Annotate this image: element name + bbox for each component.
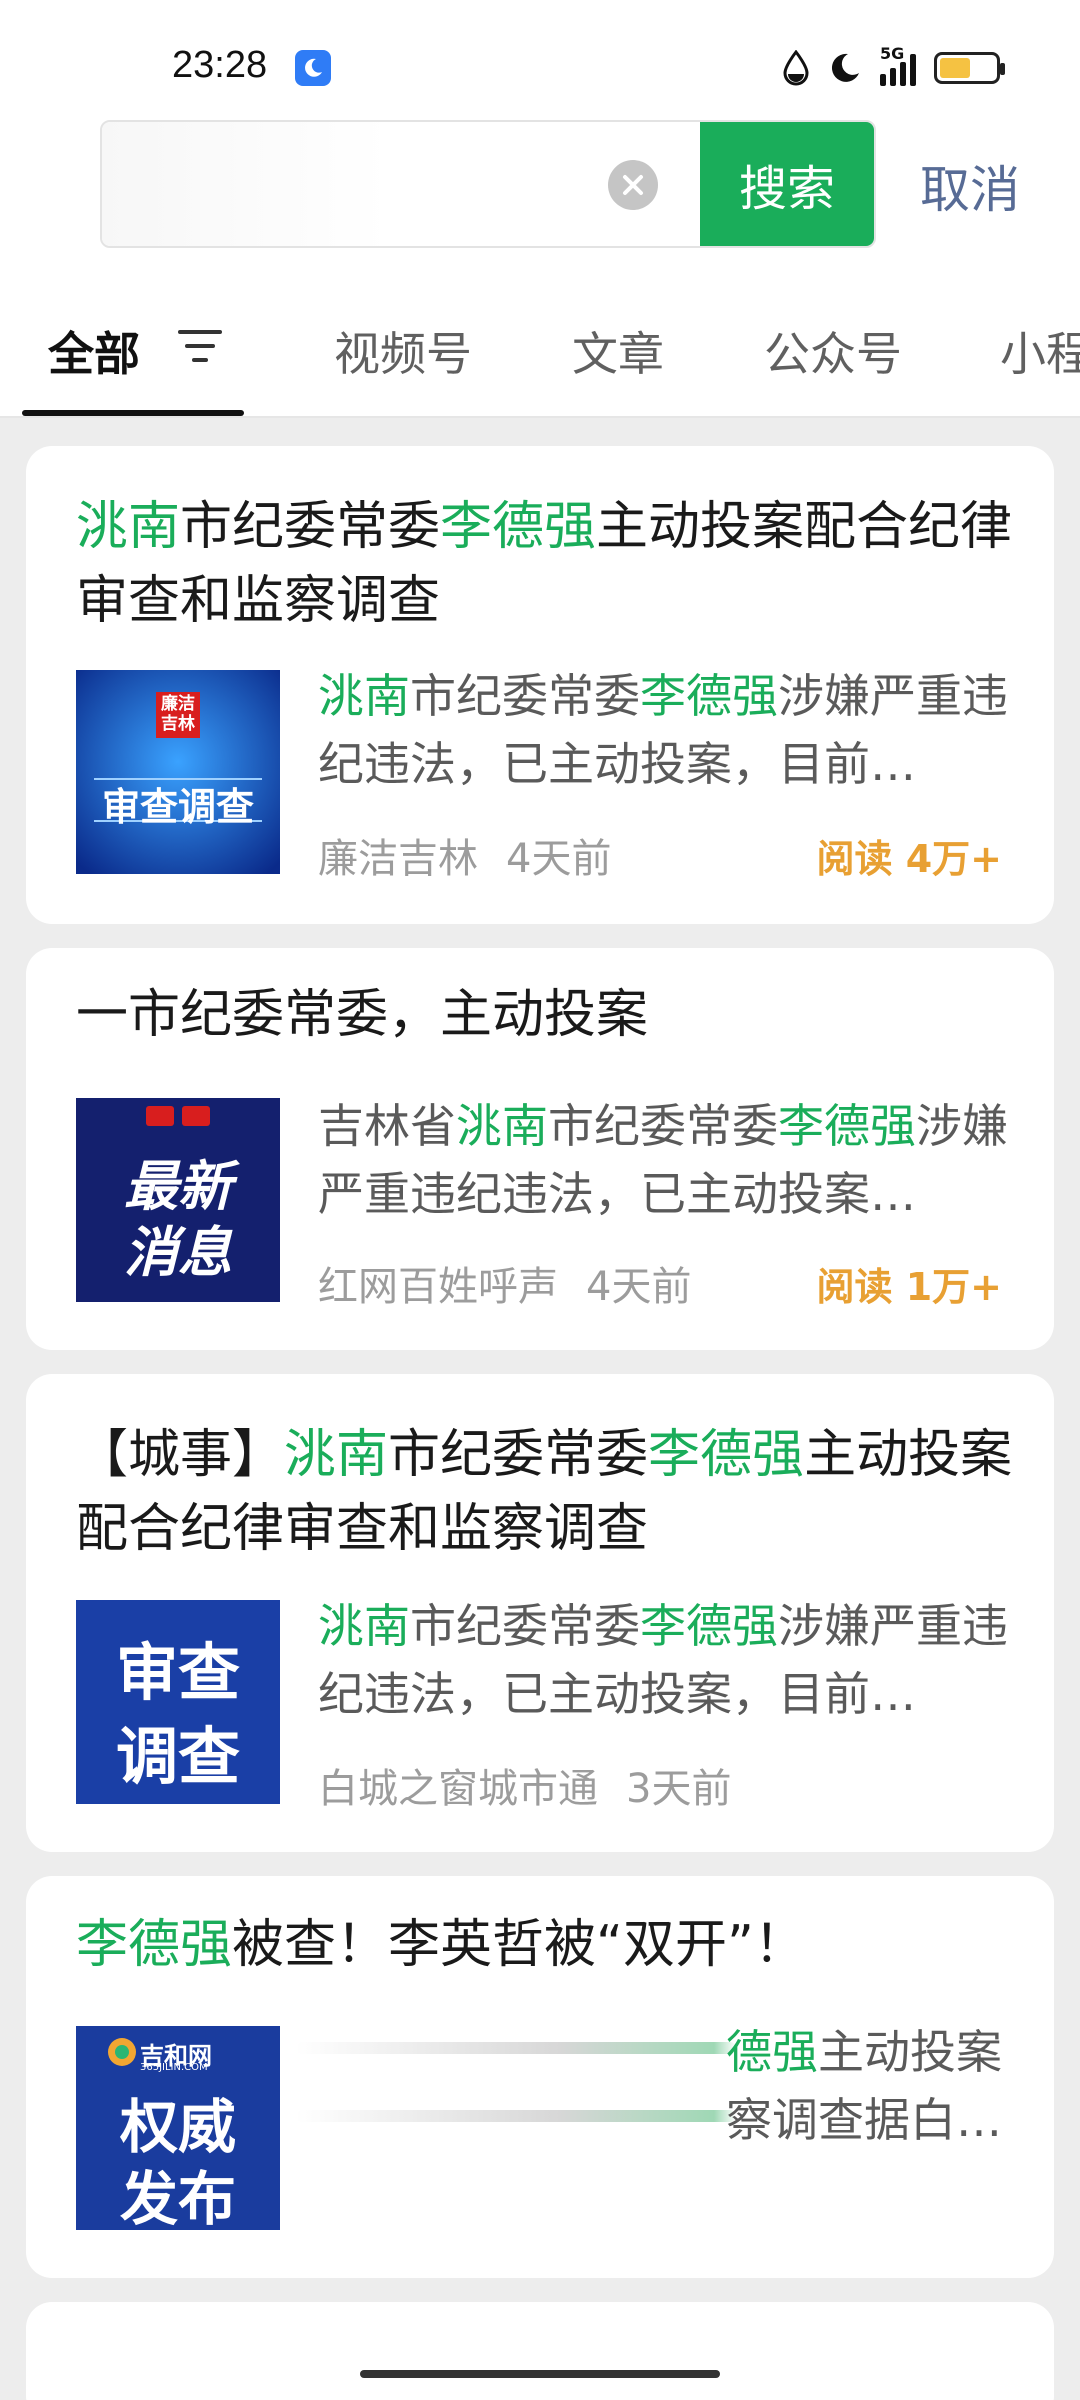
result-title: 【城事】洮南市纪委常委李德强主动投案配合纪律审查和监察调查 xyxy=(76,1418,1026,1566)
moon-icon xyxy=(831,53,859,82)
tab-all[interactable]: 全部 xyxy=(48,318,140,384)
text-run: 吉林省 xyxy=(318,1099,456,1153)
result-thumbnail: 审查 调查 xyxy=(76,1600,280,1804)
source-name: 廉洁吉林 xyxy=(318,836,478,882)
network-label: 5G xyxy=(880,44,905,63)
result-source: 廉洁吉林 4天前 xyxy=(318,826,611,884)
keyword-highlight: 德强 xyxy=(726,2025,818,2079)
thumb-caption: 审查调查 xyxy=(101,785,254,829)
keyword-highlight: 李德强 xyxy=(778,1099,916,1153)
result-source: 红网百姓呼声 4天前 xyxy=(318,1254,691,1312)
search-input[interactable] xyxy=(102,122,582,246)
result-snippet: 洮南市纪委常委李德强涉嫌严重违纪违法，已主动投案，目前… xyxy=(318,1592,1018,1728)
battery-level xyxy=(940,58,970,78)
source-name: 白城之窗城市通 xyxy=(318,1766,598,1812)
text-run: 【城事】 xyxy=(76,1425,285,1485)
text-run: 市纪委常委 xyxy=(548,1099,778,1153)
keyword-highlight: 洮南 xyxy=(284,1425,389,1485)
search-box: 搜索 xyxy=(100,120,876,248)
text-run: 市纪委常委 xyxy=(388,1425,649,1485)
text-run: 市纪委常委 xyxy=(410,669,640,723)
battery-icon xyxy=(934,52,1005,84)
result-card[interactable]: 一市纪委常委，主动投案 最新 消息 吉林省洮南市纪委常委李德强涉嫌严重违纪违法，… xyxy=(26,948,1054,1350)
result-title: 李德强被查！李英哲被“双开”！ xyxy=(76,1908,1026,1982)
result-snippet-line1: 德强主动投案 xyxy=(726,2018,1026,2086)
publish-time: 4天前 xyxy=(586,1264,692,1310)
text-run: 被查！李英哲被“双开”！ xyxy=(232,1915,806,1975)
result-card[interactable]: 李德强被查！李英哲被“双开”！ 吉和网 365JILIN.COM 权威 发布 德… xyxy=(26,1876,1054,2278)
keyword-highlight: 洮南 xyxy=(318,1599,410,1653)
result-card[interactable]: 【城事】洮南市纪委常委李德强主动投案配合纪律审查和监察调查 审查 调查 洮南市纪… xyxy=(26,1374,1054,1852)
keyword-highlight: 李德强 xyxy=(640,669,778,723)
tab-mini-programs[interactable]: 小程 xyxy=(1000,318,1080,384)
thumb-logo-url: 365JILIN.COM xyxy=(140,2062,208,2073)
water-drop-icon xyxy=(783,50,809,86)
thumb-caption-line2: 发布 xyxy=(119,2165,236,2230)
thumb-caption-line2: 消息 xyxy=(124,1221,232,1284)
thumb-badge-line1: 廉洁 xyxy=(161,694,195,714)
cancel-button[interactable]: 取消 xyxy=(920,150,1020,222)
blurred-text xyxy=(296,2110,736,2122)
keyword-highlight: 洮南 xyxy=(76,497,181,557)
text-run: 主动投案 xyxy=(818,2025,1002,2079)
active-tab-indicator xyxy=(22,410,244,416)
result-card[interactable] xyxy=(26,2302,1054,2400)
search-row: 搜索 取消 xyxy=(0,120,1080,260)
text-run: 市纪委常委 xyxy=(410,1599,640,1653)
read-count: 阅读 4万+ xyxy=(816,837,1002,881)
status-time: 23:28 xyxy=(172,44,268,86)
do-not-disturb-icon xyxy=(295,50,331,86)
clear-search-button[interactable] xyxy=(608,160,658,210)
keyword-highlight: 李德强 xyxy=(648,1425,805,1485)
thumb-badge-line2: 吉林 xyxy=(161,714,195,734)
tab-official-accounts[interactable]: 公众号 xyxy=(764,318,902,384)
home-indicator[interactable] xyxy=(360,2370,720,2378)
tab-bar: 全部 视频号 文章 公众号 小程 xyxy=(0,260,1080,418)
keyword-highlight: 李德强 xyxy=(76,1915,233,1975)
thumb-caption-line1: 审查 xyxy=(115,1636,240,1709)
result-snippet: 洮南市纪委常委李德强涉嫌严重违纪违法，已主动投案，目前… xyxy=(318,662,1018,798)
publish-time: 4天前 xyxy=(506,836,612,882)
search-button[interactable]: 搜索 xyxy=(700,122,874,246)
result-source: 白城之窗城市通 3天前 xyxy=(318,1756,731,1814)
tab-channels[interactable]: 视频号 xyxy=(334,318,472,384)
text-run: 市纪委常委 xyxy=(180,497,441,557)
text-run: 一市纪委常委，主动投案 xyxy=(76,985,649,1045)
read-count: 阅读 1万+ xyxy=(816,1265,1002,1309)
close-icon xyxy=(623,175,643,195)
thumb-caption-line2: 调查 xyxy=(115,1720,240,1793)
keyword-highlight: 洮南 xyxy=(318,669,410,723)
publish-time: 3天前 xyxy=(626,1766,732,1812)
signal-5g-icon: 5G xyxy=(880,44,916,86)
result-thumbnail: 最新 消息 xyxy=(76,1098,280,1302)
keyword-highlight: 李德强 xyxy=(640,1599,778,1653)
result-title: 洮南市纪委常委李德强主动投案配合纪律审查和监察调查 xyxy=(76,490,1026,638)
result-snippet: 吉林省洮南市纪委常委李德强涉嫌严重违纪违法，已主动投案… xyxy=(318,1092,1018,1228)
blurred-text xyxy=(296,2042,736,2054)
source-name: 红网百姓呼声 xyxy=(318,1264,558,1310)
status-bar: 23:28 5G xyxy=(0,0,1080,120)
result-title: 一市纪委常委，主动投案 xyxy=(76,978,1026,1052)
filter-icon[interactable] xyxy=(176,326,226,366)
tab-articles[interactable]: 文章 xyxy=(572,318,664,384)
keyword-highlight: 洮南 xyxy=(456,1099,548,1153)
result-card[interactable]: 洮南市纪委常委李德强主动投案配合纪律审查和监察调查 廉洁 吉林 审查调查 洮南市… xyxy=(26,446,1054,924)
status-icons: 5G xyxy=(782,44,1005,88)
result-thumbnail: 廉洁 吉林 审查调查 xyxy=(76,670,280,874)
keyword-highlight: 李德强 xyxy=(440,497,597,557)
result-snippet-line2: 察调查据白… xyxy=(726,2093,1002,2147)
result-thumbnail: 吉和网 365JILIN.COM 权威 发布 xyxy=(76,2026,280,2230)
